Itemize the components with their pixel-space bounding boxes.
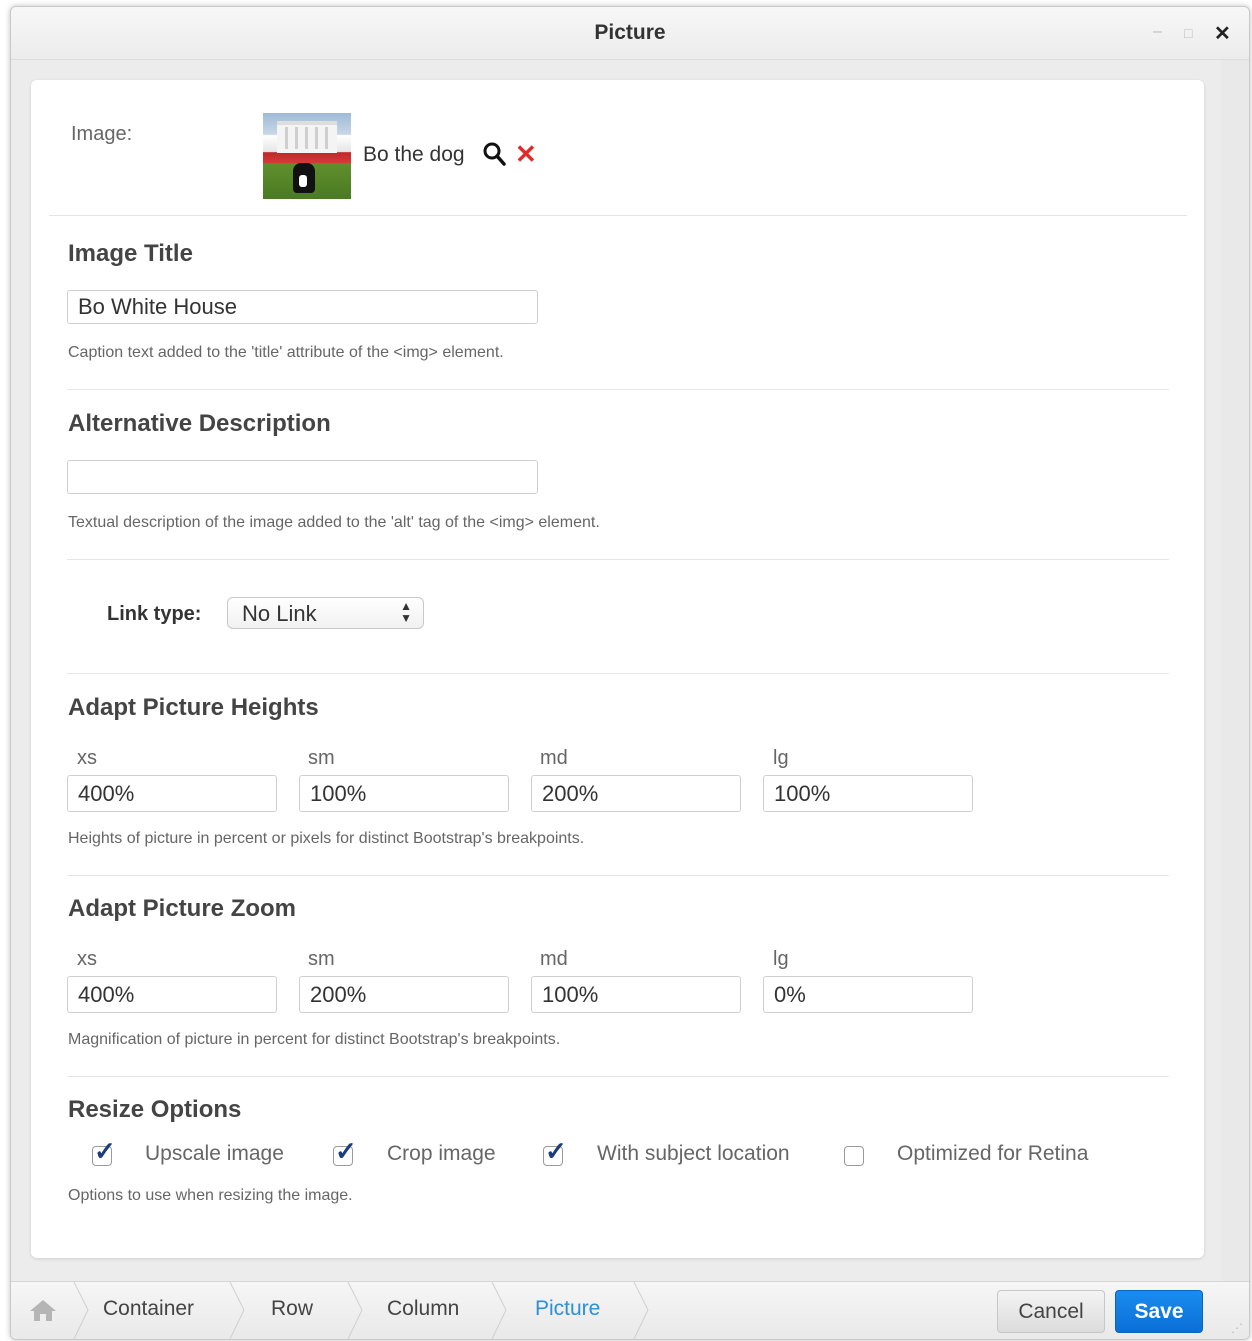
zoom-md-label: md <box>540 948 568 970</box>
resize-help: Options to use when resizing the image. <box>68 1187 353 1204</box>
heights-lg-label: lg <box>773 747 789 769</box>
dialog-title: Picture <box>594 21 666 44</box>
image-title-help: Caption text added to the 'title' attrib… <box>68 344 504 361</box>
zoom-help: Magnification of picture in percent for … <box>68 1031 561 1048</box>
picture-heights-heading: Adapt Picture Heights <box>68 694 319 721</box>
crop-image-label[interactable]: Crop image <box>387 1142 496 1166</box>
resize-options-section: Resize Options ✓ Upscale image ✓ Crop im… <box>67 1096 1169 1226</box>
alt-description-help: Textual description of the image added t… <box>68 514 600 531</box>
subject-location-checkbox[interactable]: ✓ <box>543 1138 567 1166</box>
picture-dialog: Picture – □ ✕ Image: Bo the dog ✕ Image … <box>10 6 1250 1340</box>
picture-heights-section: Adapt Picture Heights xs sm md lg Height… <box>67 694 1169 876</box>
checkmark-icon: ✓ <box>545 1136 567 1166</box>
minimize-icon[interactable]: – <box>1153 23 1162 41</box>
title-bar: Picture – □ ✕ <box>11 7 1249 60</box>
link-type-section: Link type: No Link ▲ ▼ <box>67 580 1169 674</box>
dialog-footer: Container Row Column Picture Cancel Save… <box>11 1281 1249 1339</box>
cancel-button[interactable]: Cancel <box>997 1290 1105 1333</box>
image-title-input[interactable] <box>67 290 538 324</box>
heights-sm-label: sm <box>308 747 335 769</box>
alt-description-input[interactable] <box>67 460 538 494</box>
image-file-name: Bo the dog <box>363 143 465 166</box>
link-type-value: No Link <box>242 601 317 626</box>
image-field-row: Image: Bo the dog ✕ <box>49 80 1187 216</box>
zoom-md-input[interactable] <box>531 976 741 1013</box>
save-button[interactable]: Save <box>1115 1290 1203 1333</box>
alt-description-heading: Alternative Description <box>68 410 331 437</box>
optimized-retina-checkbox[interactable] <box>844 1146 864 1166</box>
alt-description-section: Alternative Description Textual descript… <box>67 410 1169 560</box>
zoom-lg-input[interactable] <box>763 976 973 1013</box>
resize-options-heading: Resize Options <box>68 1096 242 1123</box>
select-arrows-icon: ▲ ▼ <box>400 599 412 625</box>
magnifier-icon[interactable] <box>482 141 508 167</box>
heights-xs-label: xs <box>77 747 97 769</box>
breadcrumb-row[interactable]: Row <box>247 1282 347 1339</box>
breadcrumb-separator <box>347 1282 363 1339</box>
form-panel: Image: Bo the dog ✕ Image Title Bo White… <box>31 80 1204 1258</box>
breadcrumb-separator <box>491 1282 507 1339</box>
upscale-image-label[interactable]: Upscale image <box>145 1142 284 1166</box>
home-icon <box>30 1300 56 1321</box>
link-type-select[interactable]: No Link ▲ ▼ <box>227 597 424 629</box>
scrollbar-track[interactable] <box>1221 60 1249 1281</box>
breadcrumb-home[interactable] <box>11 1282 71 1339</box>
image-label: Image: <box>71 123 133 145</box>
heights-xs-input[interactable] <box>67 775 277 812</box>
zoom-xs-input[interactable] <box>67 976 277 1013</box>
image-thumbnail[interactable] <box>263 113 351 199</box>
maximize-icon[interactable]: □ <box>1184 25 1192 41</box>
link-type-label: Link type: <box>107 603 202 625</box>
breadcrumb-column[interactable]: Column <box>365 1282 491 1339</box>
optimized-retina-label[interactable]: Optimized for Retina <box>897 1142 1088 1166</box>
checkmark-icon: ✓ <box>335 1136 357 1166</box>
picture-zoom-heading: Adapt Picture Zoom <box>68 895 297 922</box>
dialog-content: Image: Bo the dog ✕ Image Title Bo White… <box>11 60 1249 1281</box>
breadcrumb-separator <box>633 1282 649 1339</box>
zoom-sm-label: sm <box>308 948 335 970</box>
zoom-sm-input[interactable] <box>299 976 509 1013</box>
upscale-image-checkbox[interactable]: ✓ <box>92 1138 116 1166</box>
zoom-xs-label: xs <box>77 948 97 970</box>
crop-image-checkbox[interactable]: ✓ <box>333 1138 357 1166</box>
breadcrumb-container[interactable]: Container <box>91 1282 231 1339</box>
resize-grip-icon[interactable]: ⋰ <box>1231 1321 1243 1335</box>
heights-sm-input[interactable] <box>299 775 509 812</box>
image-title-section: Image Title Caption text added to the 't… <box>67 240 1169 390</box>
breadcrumb-picture[interactable]: Picture <box>509 1282 633 1339</box>
heights-md-label: md <box>540 747 568 769</box>
picture-zoom-section: Adapt Picture Zoom xs sm md lg Magnifica… <box>67 895 1169 1077</box>
subject-location-label[interactable]: With subject location <box>597 1142 790 1166</box>
image-title-heading: Image Title <box>68 240 193 267</box>
heights-help: Heights of picture in percent or pixels … <box>68 830 585 847</box>
breadcrumb-separator <box>73 1282 89 1339</box>
heights-md-input[interactable] <box>531 775 741 812</box>
breadcrumb-separator <box>229 1282 245 1339</box>
close-icon[interactable]: ✕ <box>1214 21 1231 46</box>
remove-icon[interactable]: ✕ <box>515 141 539 167</box>
heights-lg-input[interactable] <box>763 775 973 812</box>
zoom-lg-label: lg <box>773 948 789 970</box>
checkmark-icon: ✓ <box>94 1136 116 1166</box>
